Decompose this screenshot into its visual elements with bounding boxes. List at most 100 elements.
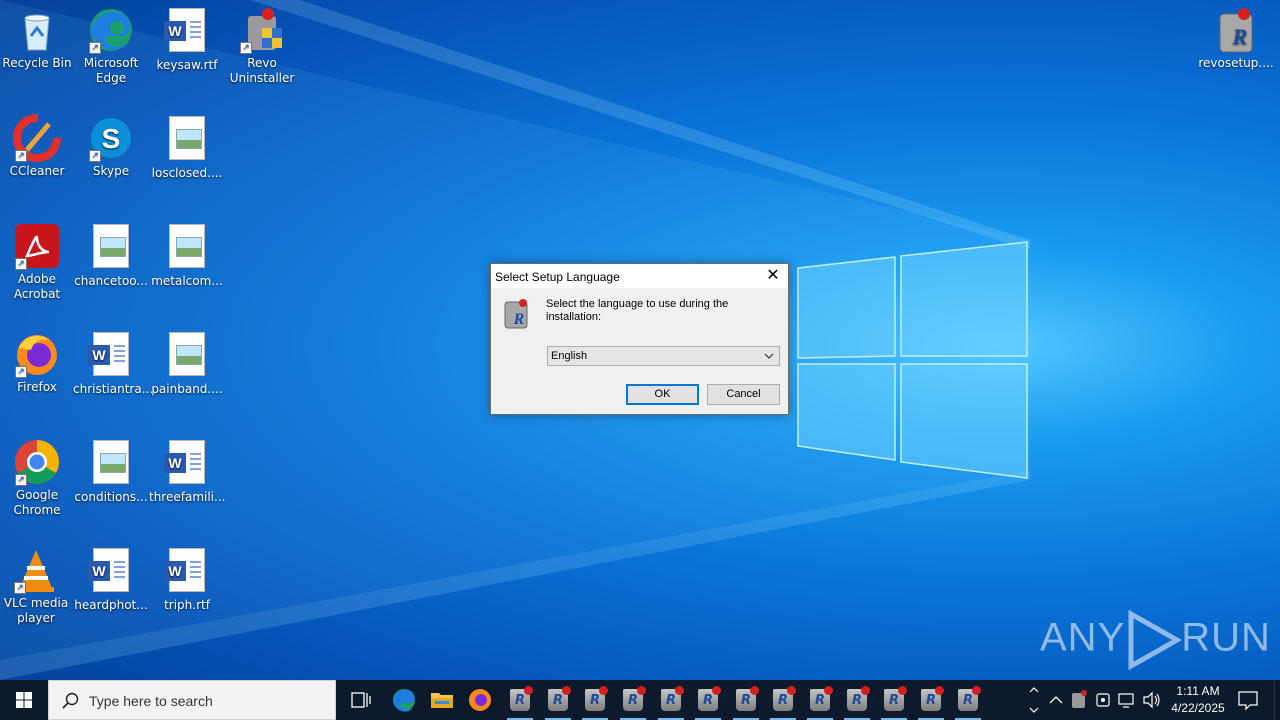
- revo-setup-icon: [958, 686, 981, 711]
- desktop-icon-image-file[interactable]: painband....: [149, 330, 225, 397]
- desktop-icon-image-file[interactable]: metalcom...: [149, 222, 225, 289]
- shortcut-arrow-icon: ↗: [15, 474, 27, 486]
- desktop-icon-revosetup[interactable]: R revosetup....: [1198, 6, 1274, 71]
- desktop-icon-word-file[interactable]: threefamili...: [149, 438, 225, 505]
- taskbar-scroll[interactable]: [1022, 680, 1046, 720]
- desktop-icon-image-file[interactable]: conditions...: [73, 438, 149, 505]
- ok-button[interactable]: OK: [626, 384, 699, 405]
- desktop-icon-google-chrome[interactable]: ↗ Google Chrome: [0, 438, 75, 518]
- tray-network[interactable]: [1116, 680, 1138, 720]
- desktop-icon-firefox[interactable]: ↗ Firefox: [0, 330, 75, 395]
- desktop-icon-label: CCleaner: [9, 164, 65, 178]
- language-select-value: English: [551, 350, 588, 362]
- taskbar-edge[interactable]: [385, 680, 423, 720]
- show-hidden-icons-button[interactable]: [1046, 680, 1066, 720]
- taskbar-revo-window[interactable]: [614, 680, 652, 720]
- desktop-icon-skype[interactable]: S ↗ Skype: [73, 114, 149, 179]
- revo-setup-icon: [698, 686, 721, 711]
- play-icon: [1128, 609, 1183, 671]
- svg-text:R: R: [1232, 24, 1248, 49]
- firefox-icon: [469, 689, 491, 711]
- desktop-icon-label: conditions...: [74, 490, 148, 504]
- ccleaner-icon: ↗: [13, 114, 61, 162]
- image-file-icon: [169, 116, 205, 160]
- taskbar-revo-window[interactable]: [652, 680, 690, 720]
- revo-setup-icon: [510, 686, 533, 711]
- recycle-bin-icon: [13, 6, 61, 54]
- desktop-icon-adobe-acrobat[interactable]: ↗ Adobe Acrobat: [0, 222, 75, 302]
- shortcut-arrow-icon: ↗: [89, 42, 101, 54]
- taskbar-search-box[interactable]: Type here to search: [48, 680, 336, 720]
- taskbar-revo-window[interactable]: [539, 680, 577, 720]
- shortcut-arrow-icon: ↗: [15, 150, 27, 162]
- revo-setup-icon: R: [501, 298, 533, 330]
- desktop-icon-ccleaner[interactable]: ↗ CCleaner: [0, 114, 75, 179]
- taskbar-revo-window[interactable]: [838, 680, 876, 720]
- chevron-up-icon: [1029, 687, 1039, 713]
- taskbar-revo-window[interactable]: [875, 680, 913, 720]
- desktop-icon-recycle-bin[interactable]: Recycle Bin: [0, 6, 75, 71]
- start-button[interactable]: [0, 680, 48, 720]
- action-center-button[interactable]: [1236, 680, 1260, 720]
- tray-volume[interactable]: [1140, 680, 1162, 720]
- revo-setup-icon: [921, 686, 944, 711]
- revo-setup-icon: R: [1212, 6, 1260, 54]
- desktop-icon-word-file[interactable]: keysaw.rtf: [149, 6, 225, 73]
- language-select[interactable]: English: [547, 346, 780, 366]
- desktop-icon-microsoft-edge[interactable]: ↗ Microsoft Edge: [73, 6, 149, 86]
- firefox-icon: ↗: [13, 330, 61, 378]
- dialog-titlebar[interactable]: Select Setup Language ✕: [491, 264, 788, 288]
- taskbar-revo-window[interactable]: [501, 680, 539, 720]
- desktop-icon-word-file[interactable]: christiantra...: [73, 330, 153, 397]
- device-icon: [1096, 693, 1110, 707]
- desktop-icon-revo-uninstaller[interactable]: ↗ Revo Uninstaller: [224, 6, 300, 86]
- desktop-icon-label: christiantra...: [73, 382, 154, 396]
- desktop-icon-image-file[interactable]: losclosed....: [149, 114, 225, 181]
- microsoft-edge-icon: [393, 689, 415, 712]
- revo-tray-icon: [1072, 690, 1087, 708]
- shortcut-arrow-icon: ↗: [15, 258, 27, 270]
- word-document-icon: [164, 548, 205, 592]
- windows-start-icon: [16, 692, 32, 708]
- desktop-icon-image-file[interactable]: chancetoo...: [73, 222, 149, 289]
- desktop-icon-label: losclosed....: [151, 166, 223, 180]
- anyrun-watermark: ANY RUN: [1040, 609, 1271, 671]
- taskbar-revo-window[interactable]: [912, 680, 950, 720]
- revo-setup-icon: [585, 686, 608, 711]
- notification-icon: [1238, 691, 1258, 711]
- show-desktop-button[interactable]: [1274, 680, 1280, 720]
- word-document-icon: [88, 548, 129, 592]
- folder-icon: [431, 693, 453, 708]
- desktop-icon-label: revosetup....: [1198, 56, 1274, 70]
- desktop-icon-word-file[interactable]: heardphot...: [73, 546, 149, 613]
- image-file-icon: [169, 332, 205, 376]
- taskbar-revo-window[interactable]: [764, 680, 802, 720]
- desktop-icon-label: Firefox: [17, 380, 57, 394]
- desktop-icon-label: Google Chrome: [13, 488, 61, 517]
- taskbar-revo-window[interactable]: [949, 680, 987, 720]
- taskbar-revo-window[interactable]: [576, 680, 614, 720]
- taskbar-revo-window[interactable]: [801, 680, 839, 720]
- dialog-message: Select the language to use during the in…: [546, 298, 729, 323]
- image-file-icon: [93, 224, 129, 268]
- microsoft-edge-icon: ↗: [87, 6, 135, 54]
- taskbar-revo-window[interactable]: [689, 680, 727, 720]
- desktop-icon-label: painband....: [151, 382, 223, 396]
- desktop-icon-word-file[interactable]: triph.rtf: [149, 546, 225, 613]
- revo-setup-icon: [847, 686, 870, 711]
- taskbar-clock[interactable]: 1:11 AM 4/22/2025: [1160, 683, 1236, 717]
- dialog-title: Select Setup Language: [495, 270, 620, 284]
- taskbar-revo-window[interactable]: [727, 680, 765, 720]
- cancel-button[interactable]: Cancel: [707, 384, 780, 405]
- desktop-icon-label: chancetoo...: [74, 274, 148, 288]
- task-view-button[interactable]: [341, 680, 379, 720]
- tray-revo[interactable]: [1068, 680, 1090, 720]
- taskbar-firefox[interactable]: [461, 680, 499, 720]
- taskbar-file-explorer[interactable]: [423, 680, 461, 720]
- google-chrome-icon: ↗: [13, 438, 61, 486]
- skype-icon: S ↗: [87, 114, 135, 162]
- close-icon[interactable]: ✕: [758, 264, 788, 288]
- desktop-icon-vlc[interactable]: ↗ VLC media player: [0, 546, 74, 626]
- tray-device[interactable]: [1092, 680, 1114, 720]
- desktop-icon-label: Adobe Acrobat: [13, 272, 61, 301]
